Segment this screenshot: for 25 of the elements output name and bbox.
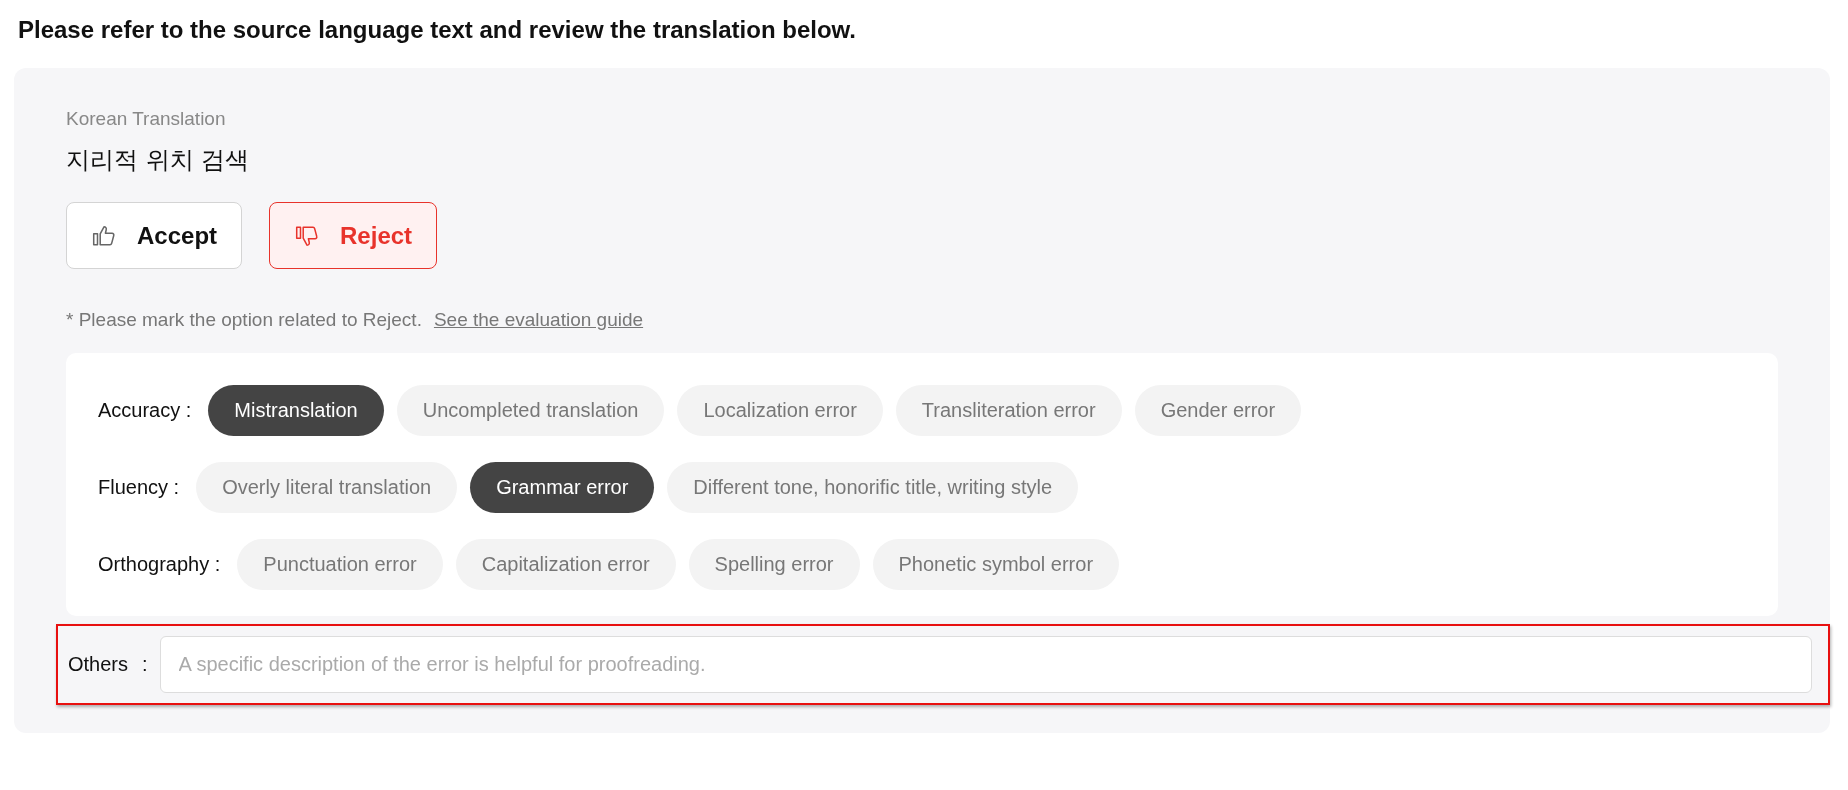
others-label: Others (68, 653, 129, 676)
category-label: Fluency : (98, 476, 180, 499)
translation-text: 지리적 위치 검색 (66, 145, 251, 176)
category-label: Orthography : (98, 553, 221, 576)
others-colon: : (142, 653, 148, 676)
option-chip[interactable]: Capitalization error (455, 539, 676, 590)
translation-label: Korean Translation (66, 108, 227, 130)
option-chip[interactable]: Localization error (677, 385, 883, 436)
option-chip[interactable]: Phonetic symbol error (872, 539, 1120, 590)
option-chip[interactable]: Grammar error (470, 462, 655, 513)
reject-button[interactable]: Reject (269, 202, 438, 269)
others-input-field[interactable]: A specific description of the error is helpful for proofreading. (159, 636, 1812, 693)
option-chip[interactable]: Transliteration error (895, 385, 1122, 436)
option-chip[interactable]: Spelling error (688, 539, 860, 590)
accept-button[interactable]: Accept (66, 202, 243, 269)
option-chip[interactable]: Mistranslation (208, 385, 384, 436)
option-chip[interactable]: Gender error (1134, 385, 1302, 436)
evaluation-guide-link[interactable]: See the evaluation guide (433, 309, 644, 331)
option-chip[interactable]: Different tone, honorific title, writing style (667, 462, 1079, 513)
option-chip[interactable]: Overly literal translation (196, 462, 458, 513)
option-chip[interactable]: Uncompleted translation (396, 385, 665, 436)
category-label: Accuracy : (98, 399, 192, 422)
option-chip[interactable]: Punctuation error (237, 539, 443, 590)
instruction-note: * Please mark the option related to Reject. (66, 309, 422, 331)
page-heading: Please refer to the source language text and review the translation below. (18, 15, 858, 45)
